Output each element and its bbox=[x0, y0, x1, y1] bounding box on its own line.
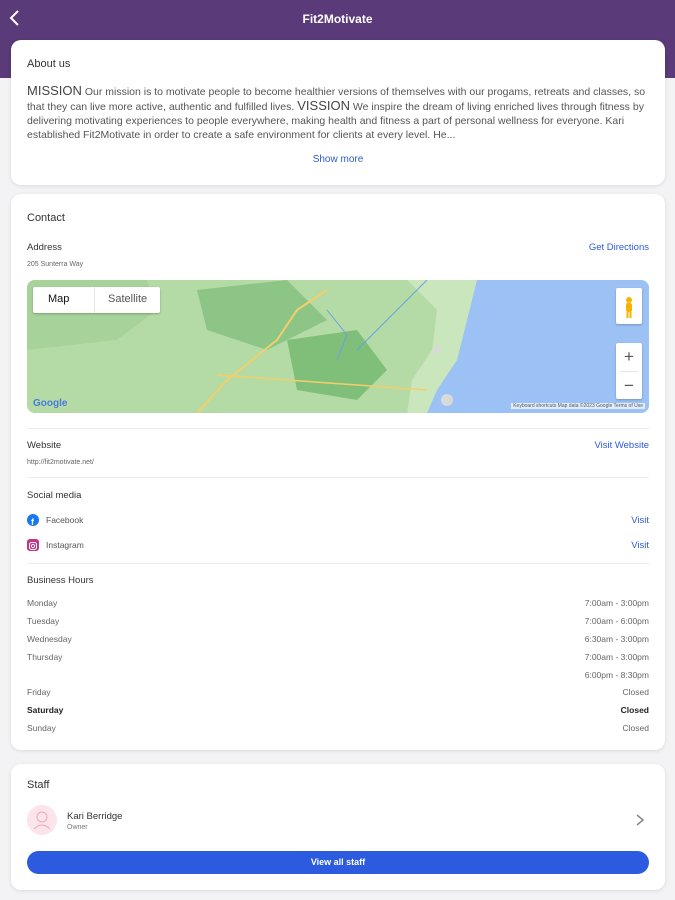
vision-heading: VISSION bbox=[297, 98, 350, 113]
chevron-right-icon[interactable] bbox=[635, 813, 645, 830]
social-facebook-label: Facebook bbox=[46, 515, 84, 525]
hours-row-current: Saturday Closed bbox=[27, 705, 649, 717]
hours-row: Thursday 7:00am - 3:00pm bbox=[27, 652, 649, 664]
website-label: Website bbox=[27, 440, 62, 451]
hours-day: Tuesday bbox=[27, 616, 60, 626]
hours-time: 6:00pm - 8:30pm bbox=[584, 670, 649, 680]
social-instagram-label: Instagram bbox=[46, 540, 84, 550]
google-logo: Google bbox=[33, 398, 68, 409]
view-all-staff-button[interactable]: View all staff bbox=[27, 851, 649, 874]
about-card: About us MISSION Our mission is to motiv… bbox=[11, 40, 665, 185]
hours-time: Closed bbox=[622, 723, 649, 733]
hours-time: 7:00am - 3:00pm bbox=[584, 652, 649, 662]
map-view[interactable]: Map Satellite + − Google Keyboard shortc… bbox=[27, 280, 649, 413]
toggle-divider bbox=[94, 287, 95, 313]
street-view-pegman-icon[interactable] bbox=[616, 288, 642, 324]
map-tab-map[interactable]: Map bbox=[48, 293, 69, 305]
hours-time: 7:00am - 6:00pm bbox=[584, 616, 649, 626]
get-directions-link[interactable]: Get Directions bbox=[589, 242, 649, 253]
show-more-link[interactable]: Show more bbox=[11, 154, 665, 165]
zoom-in-button[interactable]: + bbox=[616, 343, 642, 371]
business-hours-label: Business Hours bbox=[27, 575, 94, 586]
map-tab-satellite[interactable]: Satellite bbox=[108, 293, 147, 305]
hours-row: Wednesday 6:30am - 3:00pm bbox=[27, 634, 649, 646]
divider bbox=[27, 563, 649, 564]
hours-row: Monday 7:00am - 3:00pm bbox=[27, 598, 649, 610]
staff-member-name[interactable]: Kari Berridge bbox=[67, 811, 122, 822]
map-type-toggle: Map Satellite bbox=[33, 287, 160, 313]
hours-day: Sunday bbox=[27, 723, 56, 733]
visit-website-link[interactable]: Visit Website bbox=[594, 440, 649, 451]
website-url: http://fit2motivate.net/ bbox=[27, 459, 94, 466]
hours-day: Friday bbox=[27, 687, 51, 697]
divider bbox=[27, 477, 649, 478]
staff-card: Staff Kari Berridge Owner View all staff bbox=[11, 764, 665, 890]
about-title: About us bbox=[27, 58, 71, 70]
social-media-label: Social media bbox=[27, 490, 82, 501]
hours-day: Wednesday bbox=[27, 634, 72, 644]
about-description: MISSION Our mission is to motivate peopl… bbox=[27, 84, 649, 140]
zoom-out-button[interactable]: − bbox=[616, 372, 642, 400]
hours-day: Thursday bbox=[27, 652, 63, 662]
instagram-visit-link[interactable]: Visit bbox=[631, 540, 649, 551]
staff-title: Staff bbox=[27, 779, 50, 791]
facebook-visit-link[interactable]: Visit bbox=[631, 515, 649, 526]
hours-row: Friday Closed bbox=[27, 687, 649, 699]
facebook-icon: f bbox=[27, 514, 39, 527]
hours-time: 6:30am - 3:00pm bbox=[584, 634, 649, 644]
hours-day: Saturday bbox=[27, 705, 64, 715]
map-attribution[interactable]: Keyboard shortcuts Map data ©2023 Google… bbox=[511, 403, 645, 409]
hours-day: Monday bbox=[27, 598, 58, 608]
zoom-controls: + − bbox=[616, 343, 642, 399]
svg-text:f: f bbox=[31, 517, 35, 527]
hours-time: 7:00am - 3:00pm bbox=[584, 598, 649, 608]
contact-card: Contact Address Get Directions 205 Sunte… bbox=[11, 194, 665, 750]
page-title: Fit2Motivate bbox=[302, 12, 373, 26]
hours-row: Sunday Closed bbox=[27, 723, 649, 735]
address-label: Address bbox=[27, 242, 62, 253]
hours-time: Closed bbox=[622, 687, 649, 697]
staff-member-role: Owner bbox=[67, 824, 88, 831]
divider bbox=[27, 428, 649, 429]
address-value: 205 Sunterra Way bbox=[27, 261, 84, 268]
hours-time: Closed bbox=[620, 705, 649, 715]
hours-row: 6:00pm - 8:30pm bbox=[27, 670, 649, 682]
hours-row: Tuesday 7:00am - 6:00pm bbox=[27, 616, 649, 628]
mission-heading: MISSION bbox=[27, 84, 82, 98]
avatar bbox=[27, 805, 57, 835]
instagram-icon bbox=[27, 539, 39, 551]
contact-title: Contact bbox=[27, 212, 65, 224]
